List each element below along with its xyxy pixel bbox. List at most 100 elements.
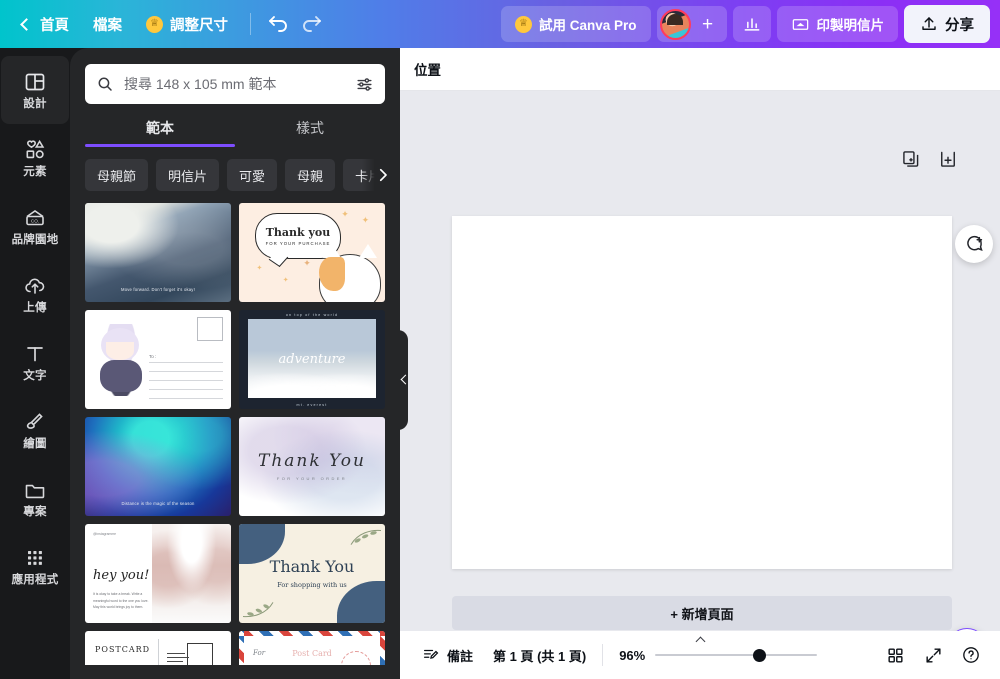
panel-tabs: 範本 樣式 <box>70 118 400 147</box>
home-button[interactable]: 首頁 <box>10 7 81 41</box>
file-menu-button[interactable]: 檔案 <box>81 7 134 41</box>
grid-view-button[interactable] <box>878 638 912 672</box>
search-input[interactable] <box>124 76 345 92</box>
template-card[interactable]: ✦ ✦ ✦ ✦ ✦ Thank you FOR YOUR PURCHASE <box>239 203 385 302</box>
sidebar-item-text[interactable]: 文字 <box>1 328 69 396</box>
collaborators-group[interactable]: + <box>656 6 727 42</box>
sidebar-item-draw[interactable]: 繪圖 <box>1 396 69 464</box>
sliders-icon[interactable] <box>355 75 374 94</box>
top-header: 首頁 檔案 ♕ 調整尺寸 ♕ 試用 Canva Pro + 印製明信片 分享 <box>0 0 1000 48</box>
add-page-icon[interactable] <box>938 149 958 169</box>
sidebar-item-design[interactable]: 設計 <box>1 56 69 124</box>
position-button[interactable]: 位置 <box>414 59 441 79</box>
template-subtitle: FOR YOUR ORDER <box>276 476 348 482</box>
template-caption: Move forward. Don't forget it's okay! <box>121 286 195 292</box>
tab-templates[interactable]: 範本 <box>85 118 235 147</box>
redo-icon <box>303 16 321 32</box>
search-section <box>70 48 400 104</box>
tab-label: 樣式 <box>296 120 324 136</box>
template-grid: Move forward. Don't forget it's okay! ✦ … <box>70 203 400 665</box>
add-comment-icon <box>966 235 983 251</box>
avatar <box>659 8 691 40</box>
duplicate-page-icon[interactable] <box>901 149 921 169</box>
design-page-1[interactable] <box>452 216 952 569</box>
chip-postcard[interactable]: 明信片 <box>156 159 220 191</box>
help-button[interactable] <box>954 638 988 672</box>
add-member-button[interactable]: + <box>695 11 721 37</box>
share-button[interactable]: 分享 <box>904 5 990 43</box>
brand-kit-icon: CO. <box>26 209 44 226</box>
canvas-area[interactable]: + 新增頁面 <box>400 91 1000 679</box>
sidebar-item-projects[interactable]: 專案 <box>1 464 69 532</box>
sidebar-item-label: 繪圖 <box>23 437 47 450</box>
notes-icon <box>423 649 439 659</box>
try-pro-label: 試用 Canva Pro <box>538 18 637 33</box>
bar-chart-icon <box>744 18 759 31</box>
zoom-slider-knob[interactable] <box>753 648 767 662</box>
header-right-group: ♕ 試用 Canva Pro + 印製明信片 分享 <box>500 5 1000 43</box>
template-card[interactable]: Move forward. Don't forget it's okay! <box>85 203 231 302</box>
bottom-divider <box>602 644 604 666</box>
canvas-toolbar: 位置 <box>400 48 1000 91</box>
folder-icon <box>25 484 45 498</box>
chevron-up-icon <box>695 636 705 647</box>
add-page-button[interactable]: + 新增頁面 <box>452 596 952 630</box>
bottom-right-group <box>878 638 988 672</box>
sidebar-item-brand-kit[interactable]: CO. 品牌園地 <box>1 192 69 260</box>
template-card[interactable]: on top of the world adventure mt. everes… <box>239 310 385 409</box>
redo-button[interactable] <box>295 7 329 41</box>
template-card[interactable]: To : <box>85 310 231 409</box>
sidebar-item-apps[interactable]: 應用程式 <box>1 532 69 600</box>
fullscreen-button[interactable] <box>916 638 950 672</box>
zoom-level-label[interactable]: 96% <box>609 648 655 663</box>
template-card[interactable]: POSTCARD <box>85 631 231 665</box>
search-icon <box>98 77 112 91</box>
zoom-slider-track <box>655 654 818 656</box>
postcard-icon <box>792 18 808 30</box>
template-title: hey you! <box>93 567 150 583</box>
tab-styles[interactable]: 樣式 <box>235 118 385 147</box>
notes-button[interactable]: 備註 <box>412 639 483 671</box>
leaf-icon <box>350 529 382 545</box>
stamp-placeholder <box>197 317 223 341</box>
crown-icon: ♕ <box>146 15 163 33</box>
template-handle: @instagramme <box>93 532 117 536</box>
template-bottom-text: mt. everest <box>296 403 328 407</box>
try-canva-pro-button[interactable]: ♕ 試用 Canva Pro <box>500 6 651 42</box>
template-card[interactable]: For Post Card <box>239 631 385 665</box>
category-chip-row: 母親節 明信片 可愛 母親 卡片 <box>70 147 400 203</box>
template-card[interactable]: Thank You For shopping with us <box>239 524 385 623</box>
chips-next-button[interactable] <box>362 159 394 191</box>
template-photo <box>152 524 231 623</box>
home-label: 首頁 <box>40 17 69 34</box>
template-card[interactable]: Thank You FOR YOUR ORDER <box>239 417 385 516</box>
template-title: adventure <box>278 351 346 367</box>
search-box[interactable] <box>85 64 385 104</box>
panel-collapse-button[interactable] <box>396 348 414 410</box>
page-tools <box>901 149 958 169</box>
print-postcard-button[interactable]: 印製明信片 <box>776 6 898 42</box>
help-icon <box>963 647 979 663</box>
header-left-group: 首頁 檔案 ♕ 調整尺寸 <box>0 0 329 48</box>
template-card[interactable]: @instagramme hey you! It is okay to take… <box>85 524 231 623</box>
sidebar-item-label: 元素 <box>23 165 47 178</box>
page-indicator: 第 1 頁 (共 1 頁) <box>493 648 587 664</box>
resize-button[interactable]: ♕ 調整尺寸 <box>134 7 240 41</box>
insights-button[interactable] <box>732 6 771 42</box>
apps-grid-icon <box>28 550 42 565</box>
chevron-right-icon <box>379 168 387 182</box>
undo-button[interactable] <box>261 7 295 41</box>
canvas-scroll-up-handle[interactable] <box>660 631 740 649</box>
chip-mothers-day[interactable]: 母親節 <box>85 159 149 191</box>
sidebar-item-elements[interactable]: 元素 <box>1 124 69 192</box>
add-page-label: + 新增頁面 <box>670 606 734 622</box>
leaf-icon <box>242 602 274 618</box>
chip-mother[interactable]: 母親 <box>285 159 336 191</box>
template-title: Thank You <box>257 450 366 471</box>
sidebar-item-uploads[interactable]: 上傳 <box>1 260 69 328</box>
chip-cute[interactable]: 可愛 <box>227 159 278 191</box>
template-title: POSTCARD <box>95 645 151 654</box>
chevron-left-icon <box>400 374 410 384</box>
template-card[interactable]: Distance is the magic of the season <box>85 417 231 516</box>
add-comment-button[interactable] <box>955 225 993 263</box>
